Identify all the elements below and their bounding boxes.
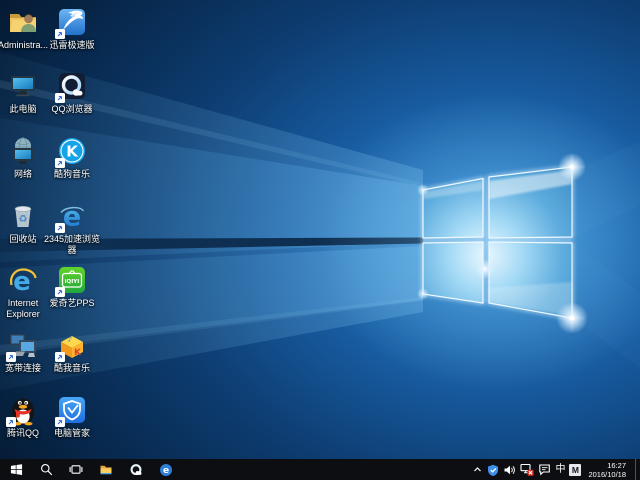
file-explorer-button[interactable] xyxy=(91,459,121,480)
system-tray: 中 M 16:27 2016/10/18 xyxy=(472,459,640,480)
hidden-icons-chevron-button[interactable] xyxy=(472,464,483,475)
kuwo-music-box-icon: K ♪ xyxy=(56,329,88,361)
shortcut-arrow-icon xyxy=(55,417,65,427)
shortcut-arrow-icon xyxy=(6,352,16,362)
2345-e-glyph: e xyxy=(63,202,81,233)
shortcut-arrow-icon xyxy=(6,417,16,427)
shortcut-arrow-icon xyxy=(55,223,65,233)
desktop-icon-iqiyi-pps[interactable]: iQIYI 爱奇艺PPS xyxy=(42,264,102,309)
volume-button[interactable] xyxy=(503,464,516,476)
iqiyi-icon: iQIYI xyxy=(56,264,88,296)
action-center-button[interactable] xyxy=(538,463,551,476)
show-desktop-button[interactable] xyxy=(635,459,640,480)
shield-icon xyxy=(487,464,499,476)
kugou-music-icon: K xyxy=(56,135,88,167)
user-folder-icon xyxy=(7,6,39,38)
pc-manager-shield-icon xyxy=(56,394,88,426)
task-view-button[interactable] xyxy=(61,459,91,480)
qq-penguin-icon xyxy=(7,394,39,426)
shortcut-arrow-icon xyxy=(55,352,65,362)
search-button[interactable] xyxy=(31,459,61,480)
qq-browser-taskbar-button[interactable] xyxy=(121,459,151,480)
start-button[interactable] xyxy=(1,459,31,480)
desktop-icon-pc-manager[interactable]: 电脑管家 xyxy=(42,394,102,439)
music-note-glyph: ♪ xyxy=(68,336,72,344)
clock-date: 2016/10/18 xyxy=(588,470,626,479)
clock-time: 16:27 xyxy=(588,461,626,470)
desktop-icon-label: 2345加速浏览器 xyxy=(42,234,102,256)
speaker-icon xyxy=(503,464,516,476)
shortcut-arrow-icon xyxy=(55,158,65,168)
ime-brand-indicator[interactable]: M xyxy=(569,464,581,476)
ime-mode-indicator[interactable]: 中 xyxy=(555,459,565,480)
shortcut-arrow-icon xyxy=(55,29,65,39)
action-center-bubble-icon xyxy=(538,463,551,476)
qq-browser-icon xyxy=(129,463,143,477)
broadband-computers-icon xyxy=(7,329,39,361)
svg-text:e: e xyxy=(163,466,169,476)
desktop-icon-label: 爱奇艺PPS xyxy=(42,298,102,309)
windows-logo-icon xyxy=(10,463,23,476)
desktop-icon-qq-browser[interactable]: QQ浏览器 xyxy=(42,70,102,115)
chevron-up-icon xyxy=(472,464,483,475)
2345-browser-icon: e xyxy=(159,463,173,477)
pc-manager-tray-button[interactable] xyxy=(487,464,499,476)
desktop-icon-label: 电脑管家 xyxy=(42,428,102,439)
desktop-icon-thunder-speed[interactable]: 迅雷极速版 xyxy=(42,6,102,51)
taskbar-clock[interactable]: 16:27 2016/10/18 xyxy=(588,461,626,479)
2345-browser-icon: e xyxy=(56,200,88,232)
internet-explorer-icon: e xyxy=(7,264,39,296)
desktop-icon-label: QQ浏览器 xyxy=(42,104,102,115)
computer-monitor-icon xyxy=(7,70,39,102)
desktop-icon-kugou-music[interactable]: K 酷狗音乐 xyxy=(42,135,102,180)
folder-icon xyxy=(99,463,113,476)
taskbar: e xyxy=(0,459,640,480)
desktop-icon-kuwo-music[interactable]: K ♪ 酷我音乐 xyxy=(42,329,102,374)
desktop-icon-2345-browser[interactable]: e 2345加速浏览器 xyxy=(42,200,102,256)
shortcut-arrow-icon xyxy=(55,287,65,297)
iqiyi-glyph: iQIYI xyxy=(65,279,80,285)
2345-browser-taskbar-button[interactable]: e xyxy=(151,459,181,480)
task-view-icon xyxy=(69,463,83,476)
desktop-icon-label: 迅雷极速版 xyxy=(42,40,102,51)
recycle-glyph: ♻ xyxy=(19,214,28,225)
network-status-button[interactable] xyxy=(520,463,534,476)
desktop-icon-label: 酷我音乐 xyxy=(42,363,102,374)
shortcut-arrow-icon xyxy=(55,93,65,103)
network-disconnected-icon xyxy=(520,463,534,476)
qq-browser-icon xyxy=(56,70,88,102)
network-globe-monitor-icon xyxy=(7,135,39,167)
search-icon xyxy=(40,463,53,476)
recycle-bin-icon: ♻ xyxy=(7,200,39,232)
kuwo-k-glyph: K xyxy=(74,348,82,358)
windows-desktop: Administra... 迅雷极速版 xyxy=(0,0,640,480)
thunder-bird-icon xyxy=(56,6,88,38)
kugou-k-glyph: K xyxy=(66,143,79,161)
desktop-icon-label: 酷狗音乐 xyxy=(42,169,102,180)
